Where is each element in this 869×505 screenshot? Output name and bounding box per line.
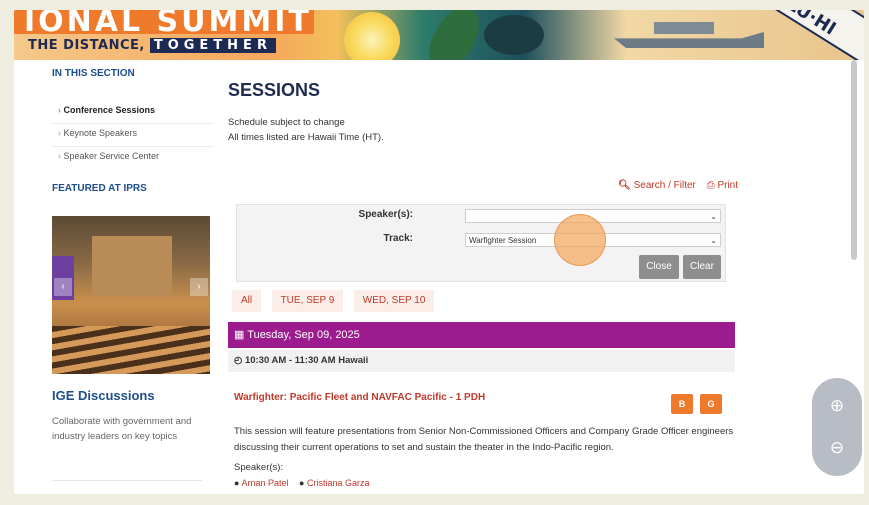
zoom-controls: ⊕ ⊖ bbox=[812, 378, 862, 476]
tab-all[interactable]: All bbox=[232, 290, 262, 312]
photo-wall bbox=[92, 236, 172, 296]
speaker-link[interactable]: ● Arnan Patel bbox=[234, 478, 288, 488]
filter-panel: Speaker(s): ⌄ Track: Warfighter Session … bbox=[236, 204, 726, 282]
day-tabs: All TUE, SEP 9 WED, SEP 10 bbox=[232, 290, 440, 312]
ship-graphic bbox=[614, 32, 764, 48]
session-speakers: ● Arnan Patel ● Cristiana Garza bbox=[234, 478, 377, 488]
print-icon: ⎙ bbox=[706, 180, 715, 191]
print-link[interactable]: ⎙ Print bbox=[707, 180, 738, 191]
calendar-icon: ▦ bbox=[234, 329, 245, 341]
session-tools: 🔍︎ Search / Filter ⎙ Print bbox=[228, 180, 738, 191]
ship-graphic bbox=[654, 22, 714, 34]
search-icon: 🔍︎ bbox=[618, 180, 631, 191]
carousel-prev-button[interactable]: ‹ bbox=[54, 278, 72, 296]
summit-banner: IONAL SUMMIT THE DISTANCE, TOGETHER LU·H… bbox=[14, 10, 864, 60]
click-indicator bbox=[554, 214, 606, 266]
session-description: This session will feature presentations … bbox=[234, 426, 734, 453]
carousel-next-button[interactable]: › bbox=[190, 278, 208, 296]
main-content: SESSIONS Schedule subject to change All … bbox=[228, 80, 738, 145]
schedule-note: Schedule subject to change All times lis… bbox=[228, 115, 738, 145]
banner-title: IONAL SUMMIT bbox=[24, 10, 312, 39]
divider bbox=[52, 480, 202, 481]
chevron-down-icon: ⌄ bbox=[710, 236, 717, 245]
print-label: Print bbox=[717, 180, 738, 191]
page-title: SESSIONS bbox=[228, 80, 321, 100]
sidebar-item-keynote-speakers[interactable]: › Keynote Speakers bbox=[52, 124, 214, 147]
track-select-value: Warfighter Session bbox=[469, 236, 537, 245]
track-filter-label: Track: bbox=[383, 233, 413, 244]
banner-subtitle-box: TOGETHER bbox=[149, 38, 276, 53]
tab-tue-sep-9[interactable]: TUE, SEP 9 bbox=[271, 290, 344, 312]
sidebar-item-conference-sessions[interactable]: › Conference Sessions bbox=[52, 101, 214, 124]
sidebar-item-label: Conference Sessions bbox=[63, 105, 156, 115]
session-action-button[interactable]: B bbox=[671, 394, 693, 414]
zoom-in-icon[interactable]: ⊕ bbox=[825, 394, 849, 418]
featured-carousel-image[interactable]: ‹ › bbox=[52, 216, 210, 374]
tab-wed-sep-10[interactable]: WED, SEP 10 bbox=[353, 290, 435, 312]
browser-viewport: IONAL SUMMIT THE DISTANCE, TOGETHER LU·H… bbox=[14, 10, 864, 494]
speaker-link[interactable]: ● Cristiana Garza bbox=[299, 478, 369, 488]
user-icon: ● bbox=[234, 478, 240, 488]
close-button[interactable]: Close bbox=[639, 255, 679, 279]
featured-heading: FEATURED AT IPRS bbox=[52, 183, 147, 194]
speaker-name: Cristiana Garza bbox=[306, 478, 370, 488]
time-heading: ◴ 10:30 AM - 11:30 AM Hawaii bbox=[228, 350, 735, 372]
date-heading: ▦ Tuesday, Sep 09, 2025 bbox=[228, 322, 735, 348]
speaker-name: Arnan Patel bbox=[241, 478, 289, 488]
sidebar-item-label: Speaker Service Center bbox=[63, 151, 160, 161]
time-heading-text: 10:30 AM - 11:30 AM Hawaii bbox=[244, 355, 369, 366]
timezone-note-line: All times listed are Hawaii Time (HT). bbox=[228, 132, 384, 143]
leaf-graphic bbox=[419, 10, 489, 60]
session-speakers-label: Speaker(s): bbox=[234, 462, 284, 473]
chevron-down-icon: ⌄ bbox=[710, 212, 717, 221]
feature-description: Collaborate with government and industry… bbox=[52, 416, 192, 442]
zoom-out-icon[interactable]: ⊖ bbox=[825, 436, 849, 460]
feature-title[interactable]: IGE Discussions bbox=[52, 388, 155, 403]
user-icon: ● bbox=[299, 478, 305, 488]
banner-subtitle: THE DISTANCE, TOGETHER bbox=[28, 38, 276, 53]
schedule-note-line: Schedule subject to change bbox=[228, 117, 345, 128]
banner-subtitle-prefix: THE DISTANCE, bbox=[28, 38, 145, 53]
page-scrollbar[interactable] bbox=[851, 60, 857, 260]
sidebar-item-label: Keynote Speakers bbox=[63, 128, 138, 138]
sidebar: IN THIS SECTION › Conference Sessions › … bbox=[52, 68, 214, 194]
session-title-link[interactable]: Warfighter: Pacific Fleet and NAVFAC Pac… bbox=[234, 392, 485, 403]
clock-icon: ◴ bbox=[234, 355, 243, 366]
hibiscus-graphic bbox=[344, 12, 400, 60]
session-action-button[interactable]: G bbox=[700, 394, 722, 414]
search-filter-link[interactable]: 🔍︎ Search / Filter bbox=[618, 180, 696, 191]
sidebar-item-speaker-service-center[interactable]: › Speaker Service Center bbox=[52, 147, 214, 169]
date-heading-text: Tuesday, Sep 09, 2025 bbox=[247, 329, 360, 341]
sidebar-section-heading: IN THIS SECTION bbox=[52, 68, 135, 79]
speakers-filter-label: Speaker(s): bbox=[358, 209, 413, 220]
clear-button[interactable]: Clear bbox=[683, 255, 721, 279]
search-filter-label: Search / Filter bbox=[633, 180, 696, 191]
leaf-graphic bbox=[484, 15, 544, 55]
photo-audience bbox=[52, 326, 210, 374]
